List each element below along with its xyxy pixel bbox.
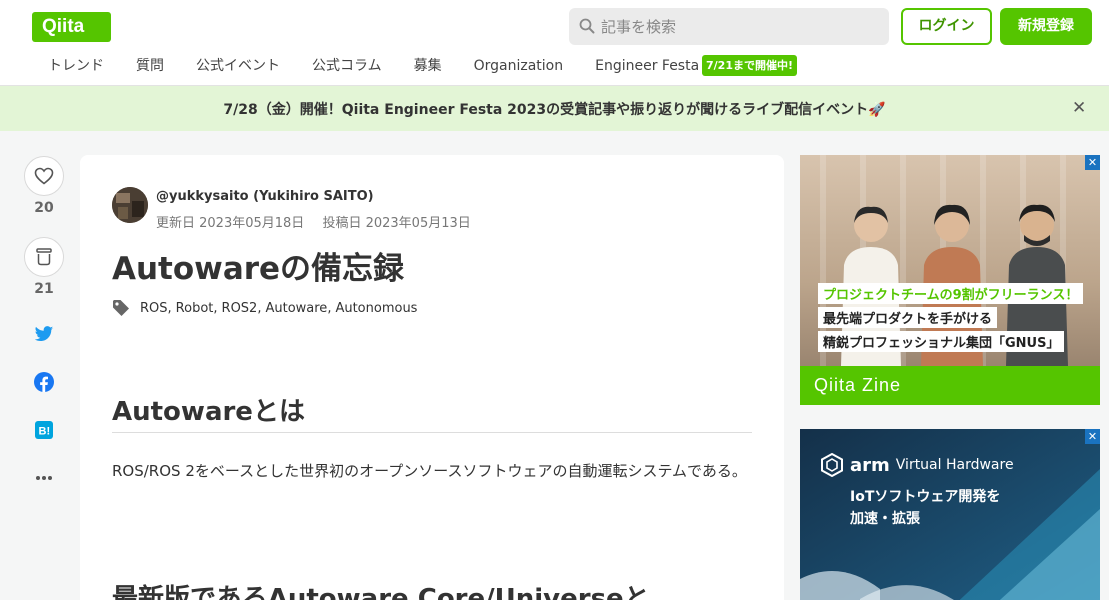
ad-choices-icon[interactable]: ✕: [1085, 429, 1100, 444]
tag-list: ROS, Robot, ROS2, Autoware, Autonomous: [112, 299, 417, 317]
tag-ros2[interactable]: ROS2: [222, 301, 258, 316]
article-dates: 更新日 2023年05月18日 投稿日 2023年05月13日: [156, 212, 485, 231]
ad2-line: IoTソフトウェア開発を: [850, 489, 1001, 505]
tag-autonomous[interactable]: Autonomous: [335, 301, 417, 316]
section-heading: Autowareとは: [112, 397, 305, 427]
search-input[interactable]: [601, 8, 881, 45]
ad-arm-virtual-hardware[interactable]: arm Virtual Hardware IoTソフトウェア開発を 加速・拡張 …: [800, 429, 1100, 600]
stock-count: 21: [34, 281, 54, 297]
banner-link[interactable]: 7/28（金）開催！Qiita Engineer Festa 2023の受賞記事…: [0, 99, 1109, 119]
hatena-bookmark-icon[interactable]: B!: [33, 419, 55, 441]
facebook-icon[interactable]: [33, 371, 55, 393]
arm-brand: arm: [850, 454, 890, 476]
posted-date: 投稿日 2023年05月13日: [322, 216, 471, 231]
hexagon-icon: [821, 453, 843, 477]
article-card: @yukkysaito (Yukihiro SAITO) 更新日 2023年05…: [80, 155, 784, 600]
qiita-logo[interactable]: Qiita: [32, 12, 111, 42]
nav-official-columns[interactable]: 公式コラム: [296, 56, 398, 86]
author-avatar[interactable]: [112, 187, 148, 223]
article-title: Autowareの備忘録: [112, 251, 405, 287]
ad2-line: 加速・拡張: [850, 511, 920, 527]
tag-ros[interactable]: ROS: [140, 301, 168, 316]
search-icon: [579, 18, 595, 34]
like-button[interactable]: [24, 156, 64, 196]
more-icon[interactable]: [33, 467, 55, 489]
nav-official-events[interactable]: 公式イベント: [180, 56, 296, 86]
close-icon[interactable]: ✕: [1072, 98, 1086, 118]
ad-choices-icon[interactable]: ✕: [1085, 155, 1100, 170]
nav-organization[interactable]: Organization: [458, 56, 580, 86]
stock-button[interactable]: [24, 237, 64, 277]
stock-icon: [36, 248, 52, 266]
nav-engineer-festa[interactable]: Engineer Festa: [579, 56, 715, 86]
section-paragraph: ROS/ROS 2をベースとした世界初のオープンソースソフトウェアの自動運転シス…: [112, 462, 747, 480]
ad-copy: プロジェクトチームの9割がフリーランス！ 最先端プロダクトを手がける 精鋭プロフ…: [818, 283, 1084, 355]
nav-recruit[interactable]: 募集: [398, 56, 458, 86]
svg-text:B!: B!: [39, 426, 51, 438]
tag-icon: [113, 300, 129, 316]
ad-line: 精鋭プロフェッショナル集団「GNUS」: [818, 331, 1065, 352]
arm-product: Virtual Hardware: [895, 457, 1014, 473]
heart-icon: [34, 167, 54, 185]
qiita-zine-logo: Qiita Zine: [800, 366, 1100, 405]
nav-trend[interactable]: トレンド: [32, 56, 120, 86]
search-box[interactable]: [569, 8, 889, 45]
ad-line: 最先端プロダクトを手がける: [818, 307, 998, 328]
announcement-banner: 7/28（金）開催！Qiita Engineer Festa 2023の受賞記事…: [0, 86, 1109, 131]
arm-logo: arm Virtual Hardware: [820, 453, 1014, 477]
like-count: 20: [34, 200, 54, 216]
tag-autoware[interactable]: Autoware: [265, 301, 327, 316]
section-heading-2: 最新版であるAutoware Core/Universeと: [112, 584, 650, 600]
divider: [112, 432, 752, 433]
updated-date: 更新日 2023年05月18日: [156, 216, 305, 231]
signup-button[interactable]: 新規登録: [1000, 8, 1092, 45]
site-header: Qiita ログイン 新規登録 トレンド 質問 公式イベント 公式コラム 募集 …: [0, 0, 1109, 86]
festa-badge: 7/21まで開催中!: [702, 55, 797, 76]
author-name[interactable]: @yukkysaito (Yukihiro SAITO): [156, 189, 374, 204]
ad-line: プロジェクトチームの9割がフリーランス！: [818, 283, 1084, 304]
login-button[interactable]: ログイン: [901, 8, 992, 45]
twitter-icon[interactable]: [33, 323, 55, 345]
nav-questions[interactable]: 質問: [120, 56, 180, 86]
tag-robot[interactable]: Robot: [176, 301, 214, 316]
ad2-copy: IoTソフトウェア開発を 加速・拡張: [850, 486, 1000, 530]
global-nav: トレンド 質問 公式イベント 公式コラム 募集 Organization Eng…: [32, 56, 715, 86]
ad-qiita-zine[interactable]: プロジェクトチームの9割がフリーランス！ 最先端プロダクトを手がける 精鋭プロフ…: [800, 155, 1100, 405]
